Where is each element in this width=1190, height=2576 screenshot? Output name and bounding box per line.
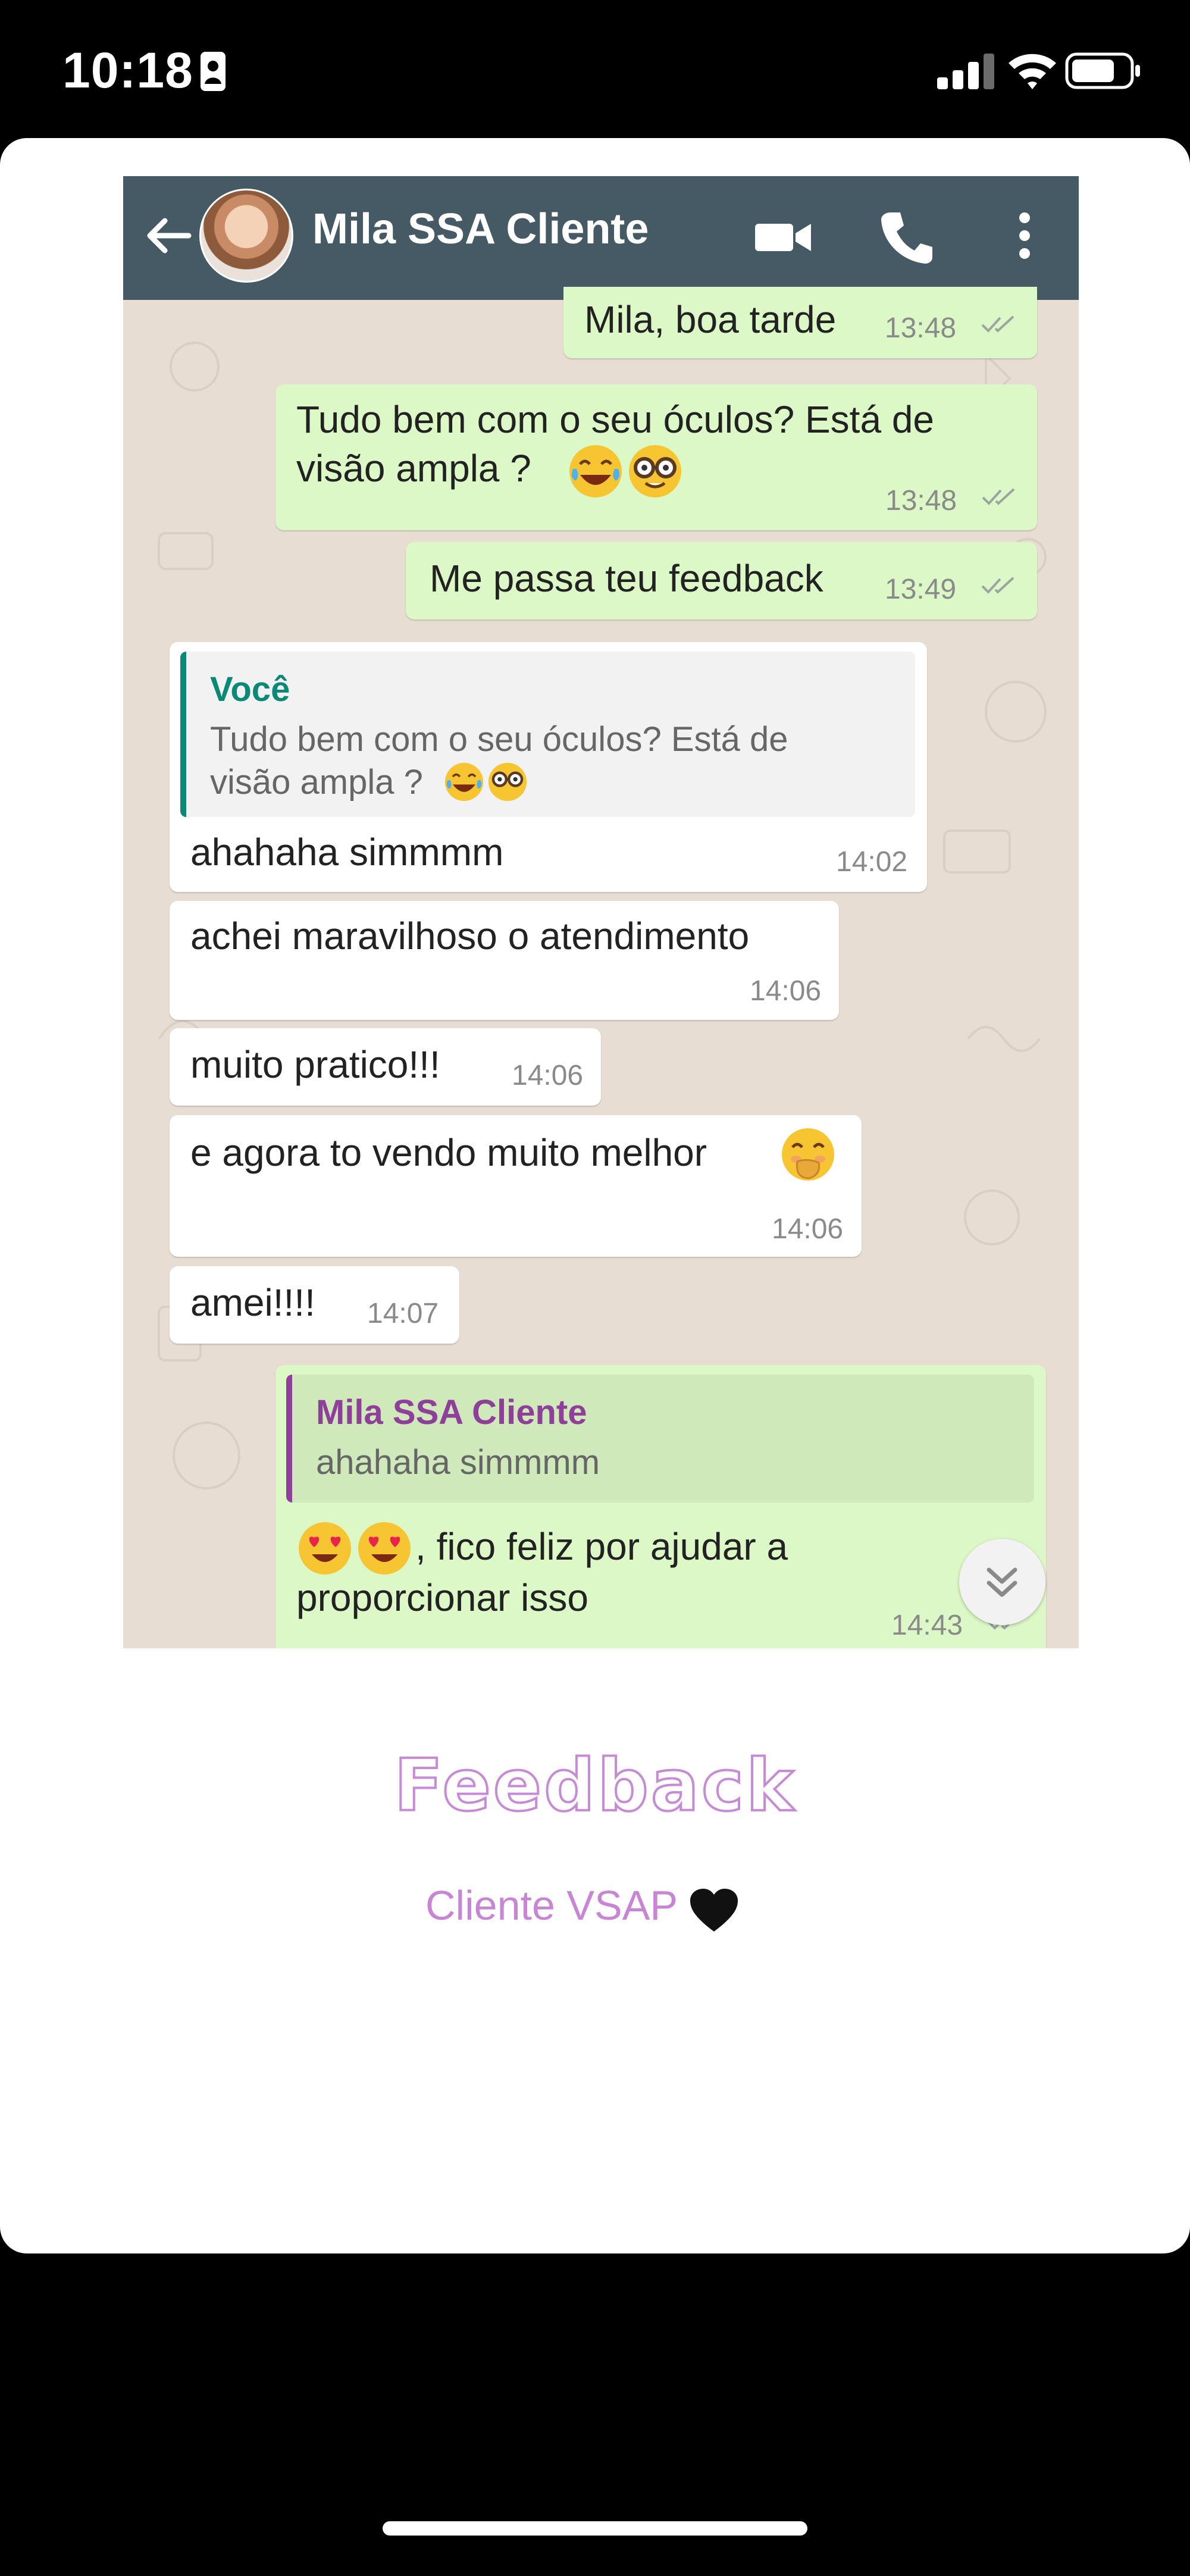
- message-text-line2: visão ampla ?: [296, 447, 531, 490]
- hand-over-mouth-emoji: [782, 1128, 834, 1181]
- message-time: 14:07: [367, 1298, 439, 1329]
- heart-eyes-emoji: [299, 1522, 351, 1575]
- back-arrow-icon[interactable]: [141, 209, 195, 262]
- message-text: amei!!!!: [190, 1281, 315, 1324]
- wifi-icon: [1009, 54, 1056, 89]
- contact-avatar[interactable]: [199, 189, 293, 283]
- status-time: 10:18: [62, 42, 193, 98]
- quote-text-line1: Tudo bem com o seu óculos? Está de: [210, 720, 788, 759]
- laughing-tears-emoji: [569, 445, 622, 497]
- message-text: muito pratico!!!: [190, 1043, 440, 1086]
- message-text-line2: proporcionar isso: [296, 1576, 588, 1619]
- incoming-message[interactable]: e agora to vendo muito melhor 14:06: [170, 1115, 862, 1257]
- phone-call-icon[interactable]: [878, 209, 935, 266]
- outgoing-message[interactable]: Tudo bem com o seu óculos? Está de visão…: [275, 384, 1037, 530]
- feedback-subtitle: Cliente VSAP: [425, 1882, 678, 1929]
- message-time: 13:48: [885, 485, 957, 517]
- incoming-message[interactable]: muito pratico!!! 14:06: [170, 1028, 601, 1106]
- message-text: e agora to vendo muito melhor: [190, 1131, 707, 1174]
- message-text: ahahaha simmmm: [190, 831, 504, 874]
- quote-text: ahahaha simmmm: [316, 1443, 600, 1482]
- quoted-message[interactable]: Você Tudo bem com o seu óculos? Está de …: [180, 652, 915, 817]
- message-time: 14:06: [512, 1060, 584, 1091]
- home-indicator[interactable]: [383, 2521, 807, 2536]
- nerd-glasses-emoji: [488, 762, 527, 802]
- id-card-icon: [201, 52, 226, 91]
- laughing-tears-emoji: [444, 762, 484, 802]
- message-text-line1: , fico feliz por ajudar a: [415, 1525, 788, 1568]
- incoming-message[interactable]: Você Tudo bem com o seu óculos? Está de …: [170, 642, 927, 892]
- chat-header: Mila SSA Cliente: [123, 176, 1079, 300]
- feedback-title: Feedback: [393, 1744, 796, 1829]
- quote-author: Você: [210, 670, 290, 709]
- message-time: 14:43: [891, 1610, 963, 1641]
- double-chevron-down-icon: [987, 1567, 1017, 1597]
- story-card: Mila SSA Cliente Mila, boa tarde 13:48 T…: [0, 138, 1190, 2253]
- nerd-glasses-emoji: [629, 445, 681, 497]
- contact-name[interactable]: Mila SSA Cliente: [312, 205, 649, 253]
- message-text: Me passa teu feedback: [430, 557, 823, 600]
- scroll-to-bottom-button[interactable]: [959, 1539, 1045, 1625]
- message-time: 13:48: [885, 312, 957, 344]
- outgoing-message[interactable]: Mila SSA Cliente ahahaha simmmm , fico f…: [275, 1365, 1046, 1648]
- message-text-line1: Tudo bem com o seu óculos? Está de: [296, 398, 934, 441]
- message-time: 14:06: [772, 1213, 844, 1245]
- quoted-message[interactable]: Mila SSA Cliente ahahaha simmmm: [286, 1375, 1034, 1503]
- battery-icon: [1065, 52, 1140, 89]
- status-bar: 10:18: [0, 0, 1190, 137]
- message-time: 14:06: [750, 975, 822, 1007]
- whatsapp-chat-screenshot: Mila SSA Cliente Mila, boa tarde 13:48 T…: [123, 176, 1079, 1648]
- double-tick-icon: [982, 488, 1015, 505]
- double-tick-icon: [981, 315, 1014, 333]
- incoming-message[interactable]: achei maravilhoso o atendimento 14:06: [170, 901, 839, 1020]
- more-options-icon[interactable]: [1016, 203, 1034, 268]
- quote-author: Mila SSA Cliente: [316, 1393, 587, 1432]
- message-text: achei maravilhoso o atendimento: [190, 915, 750, 957]
- heart-eyes-emoji: [358, 1522, 411, 1575]
- incoming-message[interactable]: amei!!!! 14:07: [170, 1266, 459, 1344]
- message-time: 13:49: [885, 574, 957, 605]
- outgoing-message[interactable]: Mila, boa tarde 13:48: [563, 287, 1037, 358]
- double-tick-icon: [981, 577, 1014, 594]
- quote-text-line2: visão ampla ?: [210, 763, 423, 802]
- black-heart-icon: [690, 1889, 738, 1932]
- message-text: Mila, boa tarde: [584, 298, 837, 341]
- cellular-signal-icon: [937, 54, 994, 89]
- outgoing-message[interactable]: Me passa teu feedback 13:49: [406, 542, 1037, 619]
- message-time: 14:02: [836, 846, 908, 878]
- video-call-icon[interactable]: [754, 217, 813, 258]
